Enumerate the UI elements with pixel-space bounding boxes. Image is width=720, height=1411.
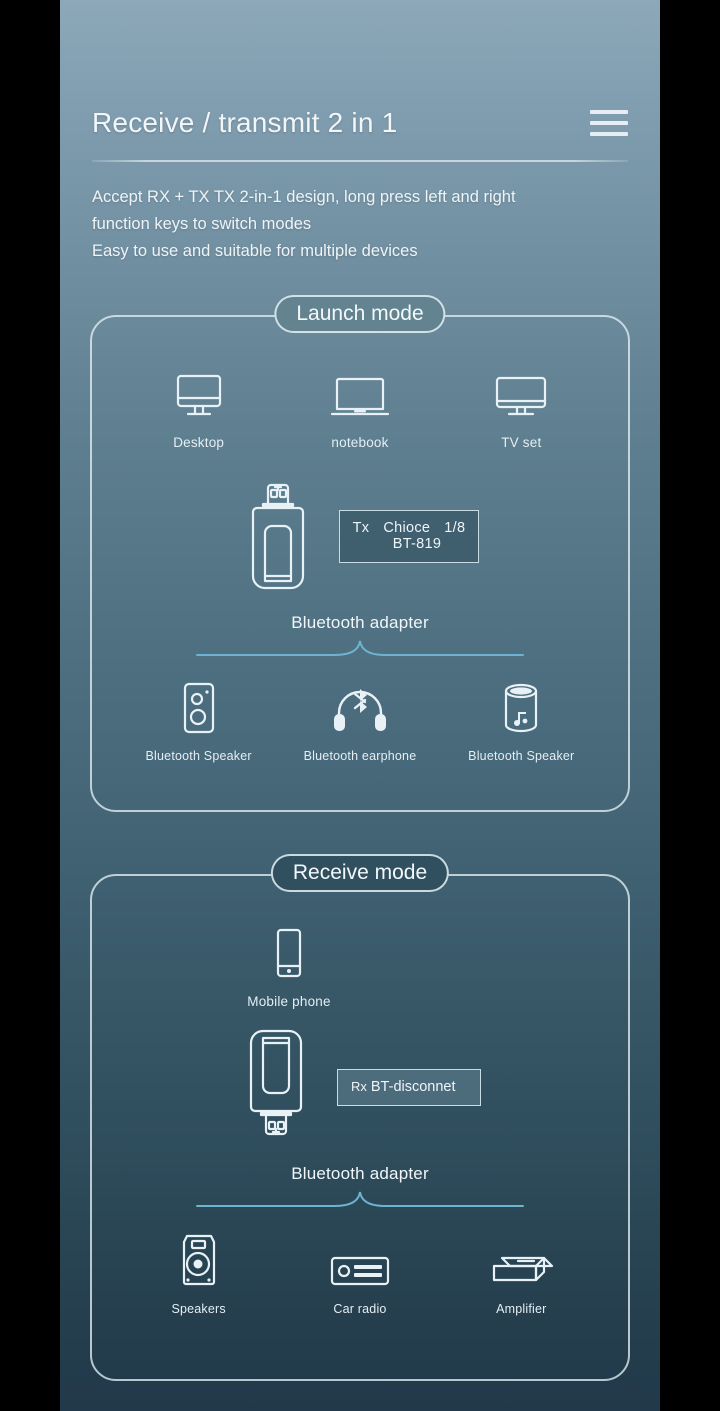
device-label: Bluetooth earphone bbox=[303, 749, 417, 764]
device-label: Speakers bbox=[171, 1302, 226, 1317]
device-bluetooth-speaker-cylinder: Bluetooth Speaker bbox=[446, 679, 596, 763]
launch-mode-title: Launch mode bbox=[274, 295, 446, 334]
device-label: Amplifier bbox=[496, 1302, 547, 1317]
desktop-monitor-icon bbox=[173, 365, 225, 421]
hamburger-line bbox=[590, 132, 628, 137]
device-notebook: notebook bbox=[285, 365, 435, 450]
launch-source-row: Desktop notebook TV set bbox=[92, 317, 628, 450]
device-tv: TV set bbox=[446, 365, 596, 450]
subtitle: Accept RX + TX TX 2-in-1 design, long pr… bbox=[92, 184, 628, 266]
laptop-icon bbox=[328, 365, 392, 421]
launch-adapter-label: Bluetooth adapter bbox=[291, 613, 429, 633]
rx-display-line: Rx BT-disconnet bbox=[351, 1079, 467, 1095]
device-label: Bluetooth Speaker bbox=[468, 749, 575, 764]
subtitle-line: function keys to switch modes bbox=[92, 215, 312, 234]
device-speakers: Speakers bbox=[124, 1232, 274, 1316]
tx-display-line-1: Tx Chioce 1/8 bbox=[353, 520, 466, 536]
screenshot-root: Receive / transmit 2 in 1 Accept RX + TX… bbox=[0, 0, 720, 1411]
device-label: Desktop bbox=[173, 435, 225, 451]
launch-target-row: Bluetooth Speaker Bluetooth earphone Blu… bbox=[92, 679, 628, 763]
tx-mode-label: Tx bbox=[352, 520, 370, 537]
device-label: notebook bbox=[331, 435, 389, 451]
device-label: Car radio bbox=[333, 1302, 387, 1317]
tx-status-display: Tx Chioce 1/8 BT-819 bbox=[338, 510, 480, 564]
rx-status-label: BT-disconnet bbox=[370, 1079, 456, 1096]
receive-adapter-row: Rx BT-disconnet bbox=[92, 1027, 628, 1148]
bluetooth-headphone-icon bbox=[328, 679, 392, 735]
usb-dongle-icon bbox=[241, 476, 315, 597]
launch-mode-card: Launch mode Desktop notebook TV set Tx C… bbox=[90, 295, 630, 813]
receive-target-row: Speakers Car radio Amplifier bbox=[92, 1232, 628, 1316]
subtitle-line: Easy to use and suitable for multiple de… bbox=[92, 242, 418, 261]
tv-icon bbox=[493, 365, 549, 421]
bluetooth-speaker-cylinder-icon bbox=[500, 679, 542, 735]
device-car-radio: Car radio bbox=[285, 1232, 435, 1316]
device-bluetooth-speaker-box: Bluetooth Speaker bbox=[124, 679, 274, 763]
usb-dongle-flipped-icon bbox=[239, 1027, 313, 1148]
hamburger-menu-icon[interactable] bbox=[590, 108, 628, 138]
receive-mode-title: Receive mode bbox=[270, 854, 450, 893]
page-content: Receive / transmit 2 in 1 Accept RX + TX… bbox=[60, 0, 660, 1411]
receive-mode-card: Receive mode Mobile phone Rx BT-disconne… bbox=[90, 854, 630, 1382]
rx-mode-label: Rx bbox=[351, 1079, 367, 1095]
tx-index-label: 1/8 bbox=[444, 520, 466, 537]
title-row: Receive / transmit 2 in 1 bbox=[92, 0, 628, 139]
header: Receive / transmit 2 in 1 Accept RX + TX… bbox=[60, 0, 660, 265]
connection-curve bbox=[196, 641, 524, 657]
device-amplifier: Amplifier bbox=[446, 1232, 596, 1316]
page-title: Receive / transmit 2 in 1 bbox=[92, 107, 398, 138]
car-radio-icon bbox=[329, 1232, 391, 1288]
device-label: Bluetooth Speaker bbox=[145, 749, 252, 764]
hamburger-line bbox=[590, 121, 628, 126]
device-desktop: Desktop bbox=[124, 365, 274, 450]
subtitle-line: Accept RX + TX TX 2-in-1 design, long pr… bbox=[92, 187, 516, 206]
tx-device-name: BT-819 bbox=[392, 536, 442, 553]
device-label: Mobile phone bbox=[247, 994, 331, 1010]
device-mobile-phone: Mobile phone bbox=[214, 924, 364, 1009]
bluetooth-speaker-box-icon bbox=[179, 679, 219, 735]
receive-adapter-label: Bluetooth adapter bbox=[291, 1164, 429, 1184]
tx-state-label: Chioce bbox=[383, 520, 431, 537]
hamburger-line bbox=[590, 110, 628, 115]
rx-status-display: Rx BT-disconnet bbox=[337, 1069, 481, 1107]
header-divider bbox=[92, 159, 628, 162]
launch-adapter-row: Tx Chioce 1/8 BT-819 bbox=[92, 476, 628, 597]
device-label: TV set bbox=[501, 435, 542, 451]
amplifier-icon bbox=[488, 1232, 554, 1288]
studio-speaker-icon bbox=[178, 1232, 220, 1288]
mobile-phone-icon bbox=[272, 924, 306, 980]
connection-curve bbox=[196, 1192, 524, 1208]
device-bluetooth-earphone: Bluetooth earphone bbox=[285, 679, 435, 763]
receive-source-row: Mobile phone bbox=[92, 876, 628, 1009]
